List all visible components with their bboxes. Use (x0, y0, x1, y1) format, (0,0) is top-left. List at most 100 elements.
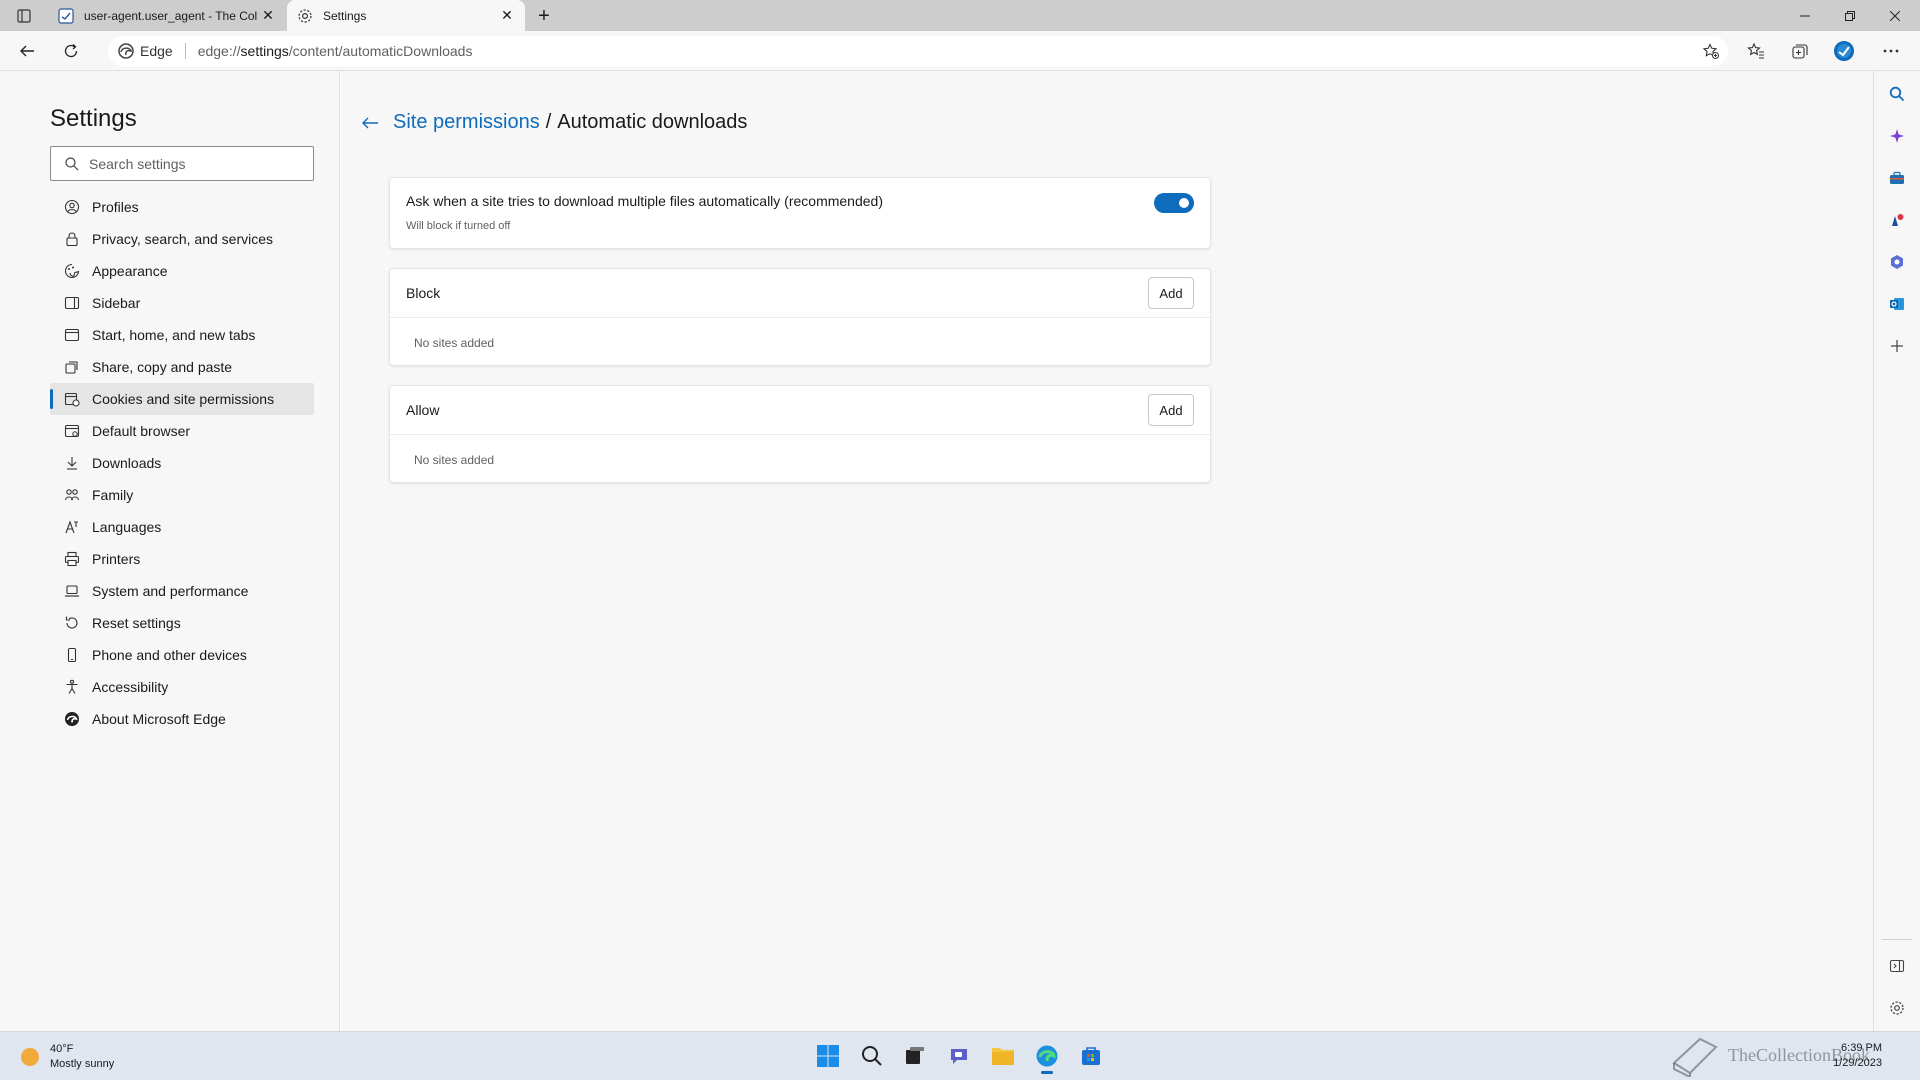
edge-chip-label: Edge (140, 43, 173, 59)
sidebar-item-about[interactable]: About Microsoft Edge (50, 703, 314, 735)
taskbar-search-button[interactable] (856, 1040, 888, 1072)
sidebar-item-label: Sidebar (92, 295, 141, 311)
tab-actions-button[interactable] (10, 5, 38, 27)
settings-search[interactable] (50, 146, 314, 181)
close-window-button[interactable] (1872, 0, 1918, 31)
file-explorer-button[interactable] (987, 1040, 1019, 1072)
page-favicon-icon (58, 7, 74, 24)
add-favorite-button[interactable] (1700, 41, 1722, 61)
sun-cloud-icon (21, 1048, 39, 1066)
sidebar-settings-button[interactable] (1884, 995, 1910, 1021)
toggle-knob (1179, 198, 1189, 208)
sidebar-item-phone[interactable]: Phone and other devices (50, 639, 314, 671)
edge-site-chip[interactable]: Edge (108, 43, 173, 59)
clock-date: 1/29/2023 (1833, 1057, 1882, 1069)
sidebar-item-label: Appearance (92, 263, 168, 279)
sidebar-item-system[interactable]: System and performance (50, 575, 314, 607)
laptop-icon (64, 583, 80, 599)
gear-icon (1890, 1001, 1904, 1015)
chat-icon (951, 1049, 967, 1064)
appearance-icon (64, 263, 80, 279)
ellipsis-icon (1883, 49, 1899, 53)
search-icon (862, 1046, 882, 1066)
language-icon (64, 519, 80, 535)
plus-icon (1891, 340, 1903, 352)
sidebar-office-button[interactable] (1884, 249, 1910, 275)
close-tab-icon[interactable]: ✕ (258, 6, 278, 26)
sidebar-item-cookies[interactable]: Cookies and site permissions (50, 383, 314, 415)
sidebar-item-start-home[interactable]: Start, home, and new tabs (50, 319, 314, 351)
allow-list-header: Allow Add (390, 386, 1210, 435)
sidebar-item-reset[interactable]: Reset settings (50, 607, 314, 639)
allow-list-card: Allow Add No sites added (389, 385, 1211, 483)
restore-button[interactable] (1827, 0, 1873, 31)
weather-temp: 40°F (50, 1043, 74, 1055)
sidebar-item-label: Cookies and site permissions (92, 391, 275, 407)
edge-taskbar-button[interactable] (1031, 1040, 1063, 1074)
url-text[interactable]: edge://settings/content/automaticDownloa… (198, 43, 473, 59)
tab-title: Settings (323, 8, 367, 23)
new-tab-button[interactable]: + (532, 4, 556, 28)
sidebar-item-default-browser[interactable]: Default browser (50, 415, 314, 447)
sidebar-outlook-button[interactable] (1884, 291, 1910, 317)
start-button[interactable] (812, 1040, 844, 1072)
sidebar-item-downloads[interactable]: Downloads (50, 447, 314, 479)
sidebar-item-profiles[interactable]: Profiles (50, 191, 314, 223)
gear-icon (297, 8, 313, 24)
sidebar-item-languages[interactable]: Languages (50, 511, 314, 543)
sidebar-item-label: Downloads (92, 455, 162, 471)
store-button[interactable] (1075, 1040, 1107, 1072)
ask-download-toggle[interactable] (1154, 193, 1194, 213)
printer-icon (64, 551, 80, 567)
allow-add-button[interactable]: Add (1148, 394, 1194, 426)
profile-button[interactable] (1829, 37, 1859, 65)
sidebar-add-button[interactable] (1884, 333, 1910, 359)
close-tab-icon[interactable]: ✕ (497, 6, 517, 26)
sidebar-item-appearance[interactable]: Appearance (50, 255, 314, 287)
browser-tab[interactable]: user-agent.user_agent - The Coll ✕ (50, 0, 286, 31)
sidebar-item-label: Languages (92, 519, 162, 535)
favorites-button[interactable] (1741, 37, 1771, 65)
sidebar-item-share[interactable]: Share, copy and paste (50, 351, 314, 383)
sidebar-item-label: Default browser (92, 423, 191, 439)
breadcrumb-back-button[interactable] (359, 112, 381, 134)
refresh-button[interactable] (56, 37, 86, 65)
breadcrumb-parent-link[interactable]: Site permissions (393, 111, 540, 134)
task-view-button[interactable] (899, 1040, 931, 1072)
teams-chat-button[interactable] (943, 1040, 975, 1072)
edge-logo-icon (64, 711, 80, 727)
block-add-button[interactable]: Add (1148, 277, 1194, 309)
sparkle-icon (1890, 129, 1904, 143)
collections-button[interactable] (1785, 37, 1815, 65)
system-clock[interactable]: 6:39 PM 1/29/2023 (1820, 1041, 1882, 1071)
sidebar-search-button[interactable] (1884, 81, 1910, 107)
block-list-header: Block Add (390, 269, 1210, 318)
office-icon (1891, 255, 1903, 269)
sidebar-games-button[interactable] (1884, 207, 1910, 233)
sidebar-item-privacy[interactable]: Privacy, search, and services (50, 223, 314, 255)
sidebar-item-label: Start, home, and new tabs (92, 327, 256, 343)
search-input[interactable] (89, 155, 309, 172)
allow-list-label: Allow (406, 402, 440, 418)
weather-desc: Mostly sunny (50, 1058, 115, 1070)
sidebar-tools-button[interactable] (1884, 165, 1910, 191)
sidebar-item-accessibility[interactable]: Accessibility (50, 671, 314, 703)
sidebar-item-label: Reset settings (92, 615, 181, 631)
back-button[interactable] (12, 37, 42, 65)
sidebar-item-sidebar[interactable]: Sidebar (50, 287, 314, 319)
minimize-button[interactable] (1782, 0, 1828, 31)
browser-tab-active[interactable]: Settings ✕ (287, 0, 525, 31)
games-icon (1892, 214, 1904, 226)
profile-icon (64, 199, 80, 215)
browser-icon (64, 423, 80, 439)
weather-widget[interactable]: 40°F Mostly sunny (18, 1042, 114, 1072)
address-bar[interactable]: Edge edge://settings/content/automaticDo… (108, 36, 1728, 66)
tab-title: user-agent.user_agent - The Coll (84, 8, 258, 23)
sidebar-item-family[interactable]: Family (50, 479, 314, 511)
more-options-button[interactable] (1876, 37, 1906, 65)
sidebar-discover-button[interactable] (1884, 123, 1910, 149)
sidebar-item-printers[interactable]: Printers (50, 543, 314, 575)
sidebar-item-label: About Microsoft Edge (92, 711, 226, 727)
back-arrow-icon (362, 117, 378, 128)
hide-sidebar-button[interactable] (1884, 953, 1910, 979)
